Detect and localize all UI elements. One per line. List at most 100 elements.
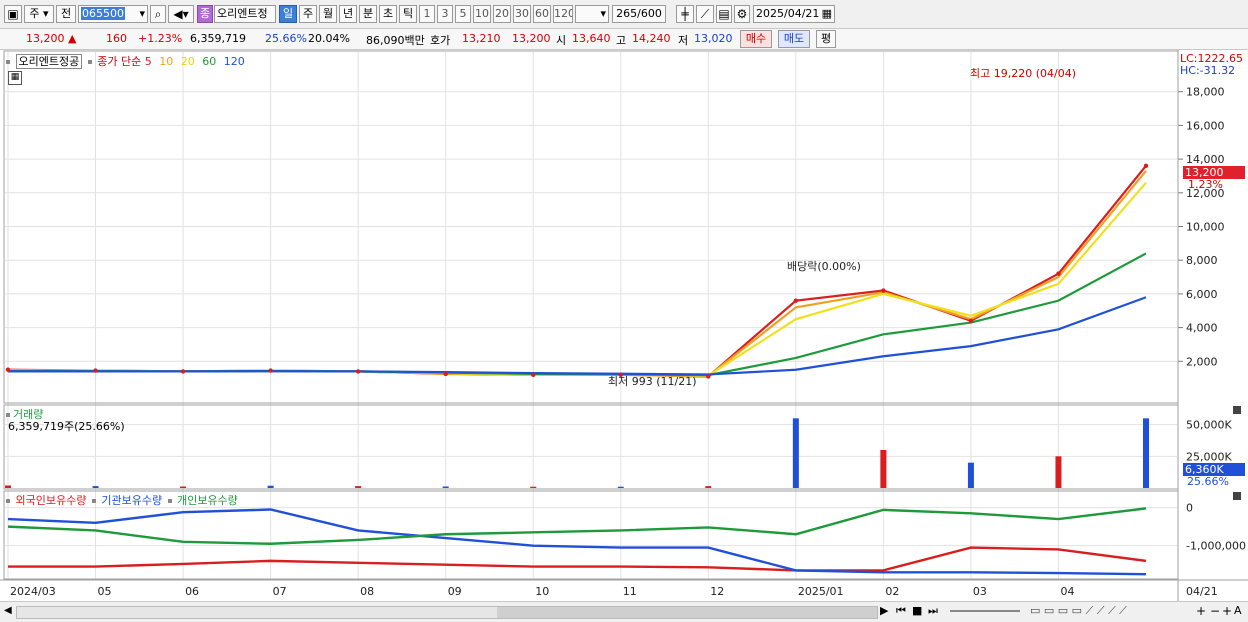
zoom-in-icon[interactable]: + xyxy=(1196,604,1206,618)
search-icon[interactable]: ⌕ xyxy=(150,5,166,23)
legend-ma-120[interactable]: 120 xyxy=(224,55,245,68)
interval-year[interactable]: 년 xyxy=(339,5,357,23)
minute-120[interactable]: 120 xyxy=(553,5,573,23)
open-label: 시 xyxy=(556,34,567,47)
legend-ma-20[interactable]: 20 xyxy=(181,55,195,68)
price-point xyxy=(443,371,448,377)
minute-20[interactable]: 20 xyxy=(493,5,511,23)
calendar-icon[interactable]: ▦ xyxy=(822,6,832,22)
legend-ma-60[interactable]: 60 xyxy=(202,55,216,68)
interval-custom-select[interactable]: ▾ xyxy=(575,5,609,23)
scroll-right-icon[interactable]: ▶ xyxy=(880,604,888,617)
legend-handle-icon[interactable] xyxy=(167,499,172,503)
price-y-tick-label: 14,000 xyxy=(1186,153,1225,166)
interval-month[interactable]: 월 xyxy=(319,5,337,23)
candle-icon[interactable]: ╪ xyxy=(676,5,694,23)
x-tick-label: 11 xyxy=(623,585,637,598)
price-y-tick-label: 4,000 xyxy=(1186,322,1218,335)
price-point xyxy=(968,318,974,324)
legend-handle-icon[interactable] xyxy=(6,413,10,417)
price-point xyxy=(531,372,536,377)
stock-code-input[interactable]: 065500 ▾ xyxy=(78,5,148,23)
minute-10[interactable]: 10 xyxy=(473,5,491,23)
layout-icons[interactable]: ▭ ▭ ▭ ▭ ⟋ ⟋ ⟋ ⟋ xyxy=(1030,604,1127,618)
legend-handle-icon[interactable] xyxy=(87,60,92,64)
minute-3[interactable]: 3 xyxy=(437,5,453,23)
high-annotation: 최고 19,220 (04/04) xyxy=(970,67,1077,80)
bid-label: 호가 xyxy=(430,34,451,47)
price-legend: 오리엔트정공 종가 단순 5 10 20 60 120 xyxy=(6,53,245,69)
interval-minute[interactable]: 분 xyxy=(359,5,377,23)
speaker-icon[interactable]: ◀▾ xyxy=(168,5,194,23)
date-input[interactable]: 2025/04/21 ▦ xyxy=(753,5,835,23)
minute-60[interactable]: 60 xyxy=(533,5,551,23)
price-y-tick-label: 8,000 xyxy=(1186,254,1218,267)
save-icon[interactable]: ▤ xyxy=(716,5,732,23)
volume-ratio: 20.04% xyxy=(308,32,350,45)
interval-week[interactable]: 주 xyxy=(299,5,317,23)
table-icon[interactable]: ▦ xyxy=(8,71,22,85)
chart-window-icon[interactable]: ▣ xyxy=(4,5,22,23)
scroll-thumb[interactable] xyxy=(497,607,877,618)
price-point xyxy=(355,369,361,374)
scroll-track[interactable] xyxy=(16,606,878,619)
rewind-icon[interactable]: ⏮ xyxy=(896,604,906,618)
interval-day[interactable]: 일 xyxy=(279,5,297,23)
count-field[interactable]: 265/600 xyxy=(612,5,666,23)
legend-ma-title[interactable]: 종가 단순 xyxy=(97,55,141,68)
legend-institution[interactable]: 기관보유수량 xyxy=(101,494,162,507)
panel-close-icon[interactable] xyxy=(1233,406,1241,414)
zoom-slider[interactable] xyxy=(950,610,1020,612)
legend-ma-10[interactable]: 10 xyxy=(159,55,173,68)
minute-1[interactable]: 1 xyxy=(419,5,435,23)
price-point xyxy=(180,369,186,374)
gear-icon[interactable]: ⚙ xyxy=(734,5,750,23)
panel-close-icon[interactable] xyxy=(1233,492,1241,500)
chart-canvas[interactable]: 2024/03 05 06 07 08 09 10 11 12 2025/01 02 03 04 04/2… xyxy=(0,50,1248,601)
period-label: 주 xyxy=(29,7,40,20)
prev-button[interactable]: 전 xyxy=(56,5,76,23)
stock-type-badge[interactable]: 종 xyxy=(197,5,213,23)
legend-handle-icon[interactable] xyxy=(91,499,96,503)
volume-value: 6,359,719 xyxy=(190,32,246,45)
bid-price: 13,200 xyxy=(512,32,551,45)
legend-handle-icon[interactable] xyxy=(6,499,10,503)
chevron-down-icon[interactable]: ▾ xyxy=(139,6,145,22)
legend-ma-5[interactable]: 5 xyxy=(145,55,152,68)
zoom-out-icon[interactable]: − xyxy=(1210,604,1220,618)
interval-second[interactable]: 초 xyxy=(379,5,397,23)
x-tick-label: 06 xyxy=(185,585,199,598)
x-tick-label: 03 xyxy=(973,585,987,598)
stop-icon[interactable]: ■ xyxy=(912,604,922,617)
sell-button[interactable]: 매도 xyxy=(778,30,810,48)
legend-individual[interactable]: 개인보유수량 xyxy=(177,494,238,507)
legend-handle-icon[interactable] xyxy=(6,60,10,64)
legend-stock-name[interactable]: 오리엔트정공 xyxy=(15,54,83,69)
low-label: 저 xyxy=(678,34,689,47)
line-tool-icon[interactable]: ⟋ xyxy=(696,5,714,23)
legend-foreign[interactable]: 외국인보유수량 xyxy=(16,494,87,507)
price-point xyxy=(268,368,273,373)
volume-bar xyxy=(267,485,274,488)
current-pct-label: 1.23% xyxy=(1188,178,1223,191)
volume-y-tick-label: 25,000K xyxy=(1186,450,1232,463)
open-price: 13,640 xyxy=(572,32,611,45)
zoom-plus-icon[interactable]: + xyxy=(1222,604,1232,618)
forward-icon[interactable]: ⏭ xyxy=(928,604,938,618)
stock-code-value: 065500 xyxy=(81,7,125,20)
x-tick-label: 12 xyxy=(710,585,724,598)
volume-bar xyxy=(180,486,187,488)
period-select[interactable]: 주 ▾ xyxy=(24,5,54,23)
up-arrow-icon: ▲ xyxy=(68,32,77,45)
stock-name-field[interactable]: 오리엔트정 xyxy=(214,5,276,23)
volume-bar xyxy=(617,486,624,488)
eval-button[interactable]: 평 xyxy=(816,30,836,48)
minute-5[interactable]: 5 xyxy=(455,5,471,23)
minute-30[interactable]: 30 xyxy=(513,5,531,23)
scroll-left-icon[interactable]: ◀ xyxy=(4,605,12,616)
price-y-tick-label: 10,000 xyxy=(1186,221,1225,234)
interval-tick[interactable]: 틱 xyxy=(399,5,417,23)
x-tick-label: 02 xyxy=(885,585,899,598)
text-size-icon[interactable]: A xyxy=(1234,604,1242,617)
buy-button[interactable]: 매수 xyxy=(740,30,772,48)
